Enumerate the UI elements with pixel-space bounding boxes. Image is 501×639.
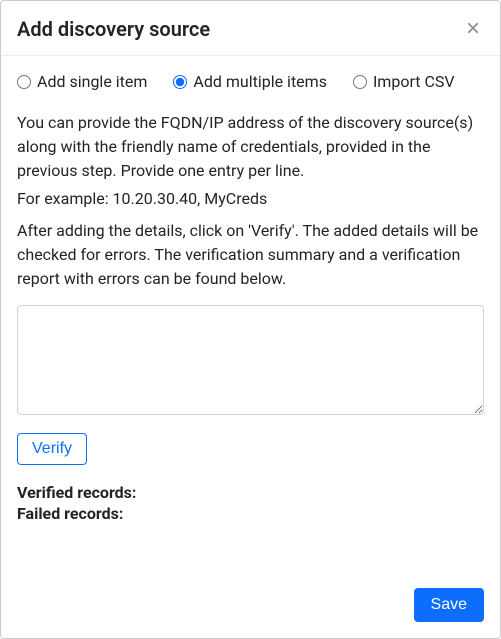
radio-label: Import CSV [373,72,455,91]
radio-label: Add single item [37,72,147,91]
instruction-line-1: You can provide the FQDN/IP address of t… [17,111,484,183]
verify-button[interactable]: Verify [17,433,87,465]
close-icon: × [466,15,480,42]
instructions-block: You can provide the FQDN/IP address of t… [17,111,484,211]
failed-records-label: Failed records: [17,504,123,523]
modal-body: Add single item Add multiple items Impor… [1,56,500,576]
radio-add-single-item[interactable]: Add single item [17,72,147,91]
discovery-entries-textarea[interactable] [17,305,484,415]
radio-add-single-item-input[interactable] [17,75,31,89]
instruction-line-2: For example: 10.20.30.40, MyCreds [17,187,484,211]
radio-add-multiple-items[interactable]: Add multiple items [173,72,327,91]
instruction-line-3: After adding the details, click on 'Veri… [17,219,484,291]
instructions-block-2: After adding the details, click on 'Veri… [17,219,484,291]
modal-header: Add discovery source × [1,1,500,56]
verified-records-line: Verified records: [17,483,484,502]
close-button[interactable]: × [462,17,484,41]
radio-add-multiple-items-input[interactable] [173,75,187,89]
radio-import-csv[interactable]: Import CSV [353,72,455,91]
radio-import-csv-input[interactable] [353,75,367,89]
radio-label: Add multiple items [193,72,327,91]
modal-footer: Save [1,576,500,638]
save-button[interactable]: Save [414,588,484,622]
add-discovery-source-modal: Add discovery source × Add single item A… [0,0,501,639]
modal-title: Add discovery source [17,17,210,41]
mode-radio-group: Add single item Add multiple items Impor… [17,72,484,91]
failed-records-line: Failed records: [17,504,484,523]
verified-records-label: Verified records: [17,483,136,502]
